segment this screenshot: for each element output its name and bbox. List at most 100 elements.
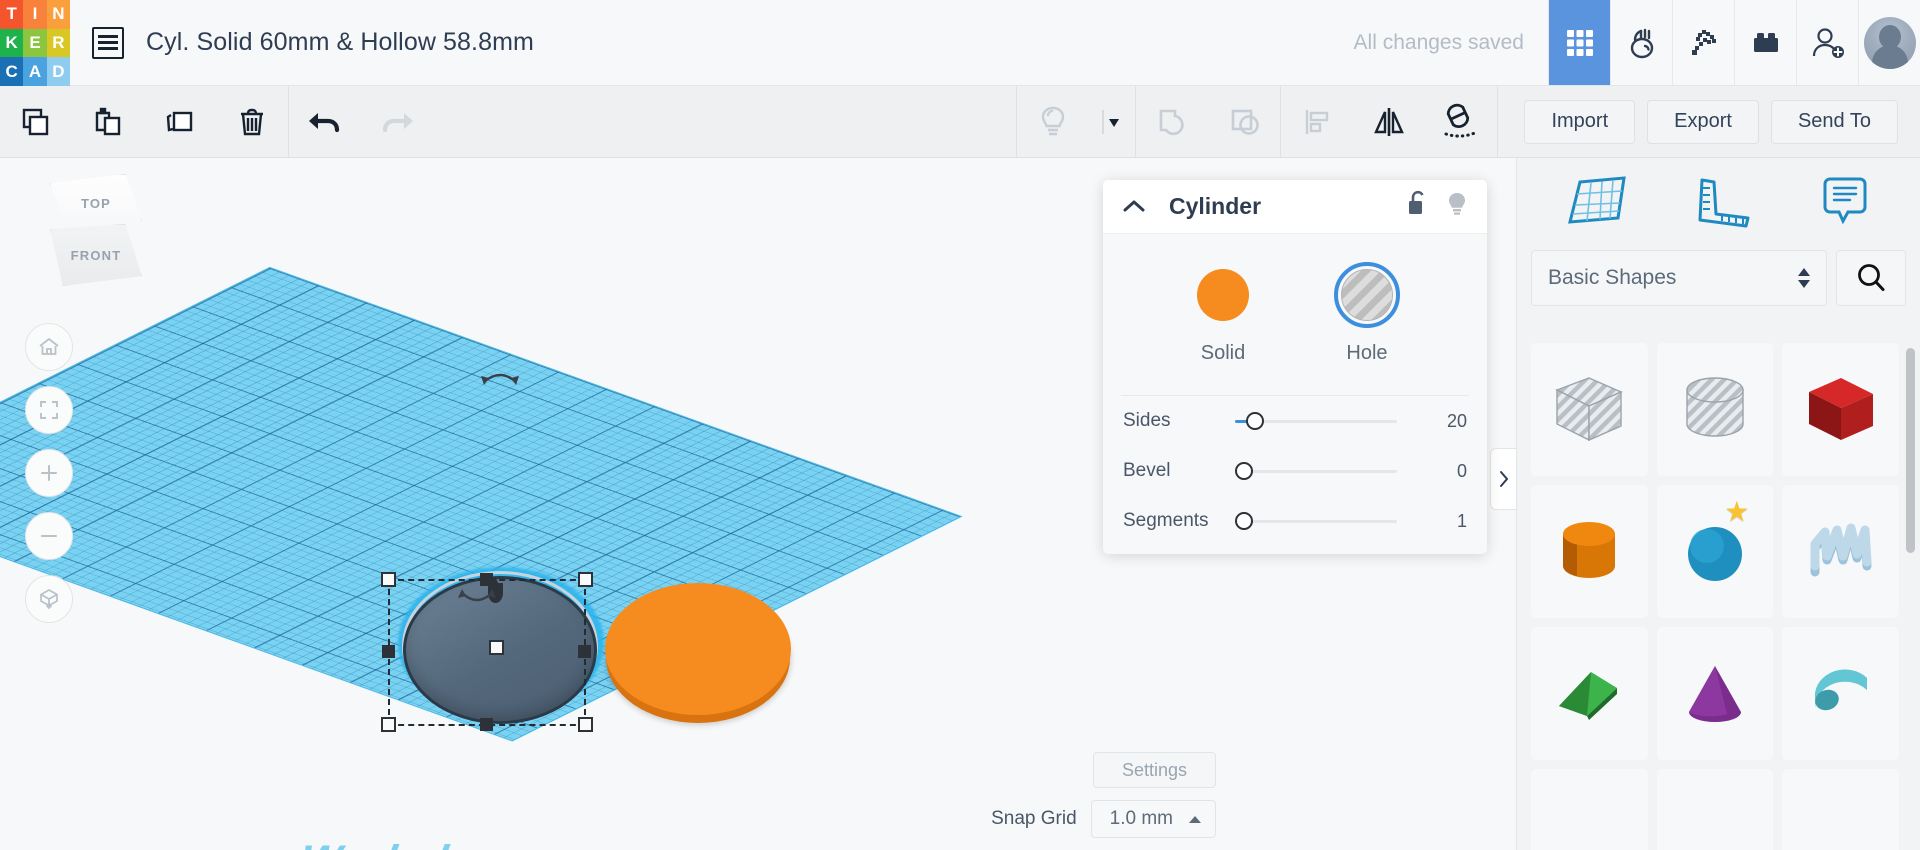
solid-swatch-button[interactable]: Solid [1171,262,1275,365]
user-avatar-button[interactable] [1858,0,1920,85]
resize-handle-tr[interactable] [578,572,593,587]
align-button[interactable] [1281,86,1353,157]
bevel-slider[interactable] [1235,459,1421,483]
shape-category-value: Basic Shapes [1548,266,1677,289]
page-title: Cyl. Solid 60mm & Hollow 58.8mm [146,28,534,56]
view-cube-front-face[interactable]: FRONT [50,224,142,286]
inspector-collapse-button[interactable] [1121,196,1147,218]
solid-cylinder[interactable] [605,583,791,715]
sides-knob[interactable] [1246,412,1264,430]
mirror-button[interactable] [1353,86,1425,157]
resize-handle-tl[interactable] [381,572,396,587]
shape-item-cone[interactable] [1656,627,1774,760]
view-cube[interactable]: TOP FRONT [40,174,150,292]
shape-category-select[interactable]: Basic Shapes [1531,250,1827,306]
minus-icon [41,535,57,537]
chevron-down-icon [1102,109,1120,134]
logo-tile-e: E [23,28,47,58]
logo-tile-n: N [46,0,70,29]
resize-handle-bottom[interactable] [480,718,493,731]
hole-hatch-dot [1341,269,1393,321]
shape-item-scribble[interactable] [1782,485,1899,618]
view-cube-top-face[interactable]: TOP [50,174,142,232]
collapse-panel-tab[interactable] [1490,448,1516,510]
bevel-label: Bevel [1123,460,1171,481]
hole-swatch-ring [1334,262,1400,328]
lego-button[interactable] [1734,0,1796,85]
chevron-right-icon [1499,471,1508,487]
lightbulb-button[interactable] [1017,86,1089,157]
shape-search-button[interactable] [1836,250,1906,306]
grid-apps-button[interactable] [1548,0,1610,85]
clipboard-tool-group [0,86,289,157]
rotate-handle-top[interactable] [478,366,522,394]
ruler-tool-button[interactable] [1692,174,1754,235]
snap-magnet-button[interactable] [1425,86,1497,157]
shape-item-row4-c[interactable] [1782,769,1899,850]
invite-person-button[interactable] [1796,0,1858,85]
featured-star-icon: ★ [1724,496,1750,527]
light-dropdown-button[interactable] [1089,86,1135,157]
zoom-out-button[interactable] [25,512,73,560]
segments-knob[interactable] [1235,512,1253,530]
resize-handle-br[interactable] [578,717,593,732]
redo-button[interactable] [361,86,433,157]
copy-icon [22,108,49,135]
inspector-body: Solid Hole Sides 20 Bevel 0 Segments 1 [1103,234,1487,554]
fit-to-view-button[interactable] [25,386,73,434]
shape-item-cylinder[interactable] [1531,485,1648,618]
unlocked-padlock-icon [1409,190,1424,214]
lock-toggle-button[interactable] [1405,190,1429,223]
settings-button[interactable]: Settings [1092,752,1216,788]
shape-item-box-hole[interactable] [1531,343,1648,476]
shape-item-row4-b[interactable] [1656,769,1774,850]
home-view-button[interactable] [25,323,73,371]
rotate-handle-bottom[interactable] [455,584,499,612]
lightbulb-icon [1042,106,1065,135]
undo-button[interactable] [289,86,361,157]
home-icon [39,337,59,355]
zoom-in-button[interactable] [25,449,73,497]
send-to-button[interactable]: Send To [1770,99,1898,144]
hole-swatch-label: Hole [1346,342,1388,364]
bevel-knob[interactable] [1235,462,1253,480]
notes-tool-button[interactable] [1817,174,1873,235]
purple-cone-icon [1688,665,1741,722]
sides-slider[interactable] [1235,409,1421,433]
visibility-toggle-button[interactable] [1445,190,1469,223]
copy-button[interactable] [0,86,72,157]
center-handle[interactable] [489,640,504,655]
resize-handle-left[interactable] [382,645,395,658]
delete-button[interactable] [216,86,288,157]
search-icon [1858,264,1885,291]
workplane-tool-button[interactable] [1564,174,1630,235]
select-spinner-icon [1798,268,1810,288]
tinkercad-logo[interactable]: T I N K E R C A D [0,0,70,86]
group-button[interactable] [1136,86,1208,157]
resize-handle-bl[interactable] [381,717,396,732]
shape-item-box[interactable] [1782,343,1899,476]
codeblocks-button[interactable] [1610,0,1672,85]
duplicate-button[interactable] [144,86,216,157]
snap-grid-select[interactable]: 1.0 mm [1090,800,1216,838]
export-button[interactable]: Export [1647,99,1759,144]
view-cube-front-label: FRONT [70,247,122,263]
document-list-button[interactable] [70,0,124,85]
shape-item-roof[interactable] [1782,627,1899,760]
workplane-icon [1568,175,1626,224]
minecraft-button[interactable] [1672,0,1734,85]
import-button[interactable]: Import [1524,99,1636,144]
hole-swatch-button[interactable]: Hole [1315,262,1419,365]
shape-item-row4-a[interactable] [1531,769,1648,850]
segments-track [1235,519,1397,523]
history-tool-group [289,86,433,157]
resize-handle-right[interactable] [578,645,591,658]
shape-item-sphere[interactable]: ★ [1656,485,1774,618]
shape-item-cylinder-hole[interactable] [1656,343,1774,476]
ungroup-button[interactable] [1208,86,1280,157]
perspective-toggle-button[interactable] [25,575,73,623]
segments-slider[interactable] [1235,509,1421,533]
paste-button[interactable] [72,86,144,157]
shape-item-wedge[interactable] [1531,627,1648,760]
